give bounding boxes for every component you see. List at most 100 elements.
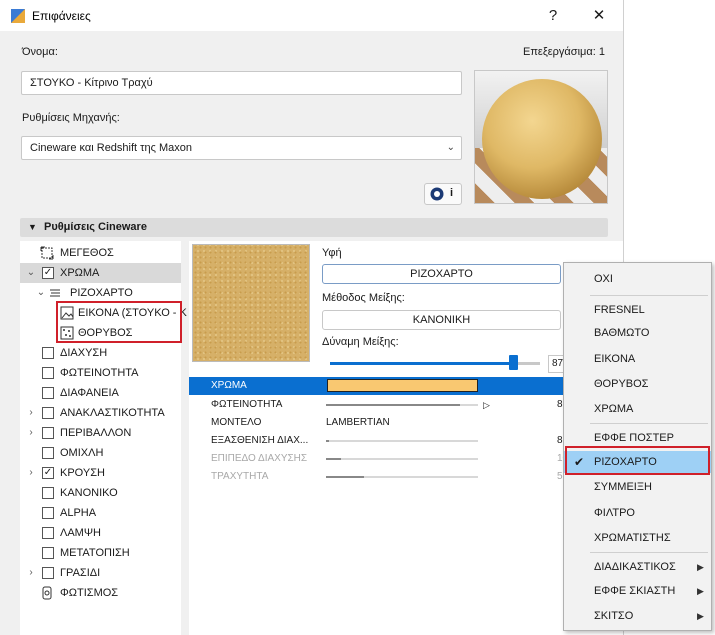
blend-strength-slider[interactable] — [330, 355, 540, 370]
menu-separator — [590, 295, 708, 296]
tree-item-reflectance[interactable]: › ΑΝΑΚΛΑΣΤΙΚΟΤΗΤΑ — [20, 403, 181, 423]
menu-item-none[interactable]: ΟΧΙ — [564, 268, 711, 290]
material-preview — [474, 70, 608, 204]
engine-settings-label: Ρυθμίσεις Μηχανής: — [22, 112, 120, 124]
blend-mode-button[interactable]: ΚΑΝΟΝΙΚΗ — [322, 310, 561, 330]
menu-item-colorizer[interactable]: ΧΡΩΜΑΤΙΣΤΗΣ — [564, 527, 711, 549]
environment-checkbox[interactable] — [42, 427, 54, 439]
property-name: ΕΞΑΣΘΕΝΙΣΗ ΔΙΑΧ... — [211, 435, 309, 446]
collapse-chevron-icon[interactable]: ⌄ — [26, 263, 36, 283]
tree-label: ΔΙΑΧΥΣΗ — [60, 347, 108, 359]
menu-item-fresnel[interactable]: FRESNEL — [564, 299, 711, 321]
surface-name-field[interactable]: ΣΤΟΥΚΟ - Κίτρινο Τραχύ — [21, 71, 462, 95]
menu-item-mix[interactable]: ΣΥΜΜΕΙΞΗ — [564, 476, 711, 498]
surfaces-dialog: Επιφάνειες ? ✕ Όνομα: Επεξεργάσιμα: 1 ΣΤ… — [0, 0, 624, 635]
expand-chevron-icon[interactable]: › — [26, 563, 36, 583]
transparency-checkbox[interactable] — [42, 387, 54, 399]
roughness-bar — [326, 476, 478, 478]
grass-checkbox[interactable] — [42, 567, 54, 579]
illumination-icon — [42, 586, 52, 600]
tree-label: ΡΙΖΟΧΑΡΤΟ — [70, 287, 133, 299]
tree-item-bump[interactable]: › ✓ ΚΡΟΥΣΗ — [20, 463, 181, 483]
menu-item-label: ΣΥΜΜΕΙΞΗ — [594, 481, 652, 493]
tree-item-normal[interactable]: ΚΑΝΟΝΙΚΟ — [20, 483, 181, 503]
tree-item-fog[interactable]: ΟΜΙΧΛΗ — [20, 443, 181, 463]
expand-chevron-icon[interactable]: › — [26, 423, 36, 443]
tree-label: ΛΑΜΨΗ — [60, 527, 101, 539]
menu-item-sketch[interactable]: ΣΚΙΤΣΟ ▶ — [564, 605, 711, 627]
property-name: ΤΡΑΧΥΤΗΤΑ — [211, 471, 269, 482]
help-button[interactable]: ? — [540, 5, 566, 27]
fog-checkbox[interactable] — [42, 447, 54, 459]
property-row-color[interactable]: ΧΡΩΜΑ — [189, 377, 564, 395]
engine-select-value: Cineware και Redshift της Maxon — [30, 142, 192, 154]
property-value: 5 — [557, 471, 563, 482]
tree-label: ΚΑΝΟΝΙΚΟ — [60, 487, 118, 499]
tree-item-glow[interactable]: ΛΑΜΨΗ — [20, 523, 181, 543]
bar-fill — [326, 404, 460, 406]
menu-item-gradient[interactable]: ΒΑΘΜΩΤΟ — [564, 322, 711, 344]
tree-item-displacement[interactable]: ΜΕΤΑΤΟΠΙΣΗ — [20, 543, 181, 563]
tree-item-luminance[interactable]: ΦΩΤΕΙΝΟΤΗΤΑ — [20, 363, 181, 383]
chevron-down-icon: ⌄ — [446, 142, 455, 153]
collapse-chevron-icon[interactable]: ⌄ — [36, 283, 46, 303]
tree-item-diffusion[interactable]: ΔΙΑΧΥΣΗ — [20, 343, 181, 363]
size-icon — [40, 246, 54, 260]
glow-checkbox[interactable] — [42, 527, 54, 539]
color-swatch[interactable] — [327, 379, 478, 392]
menu-item-label: ΕΦΦΕ ΣΚΙΑΣΤΗ — [594, 585, 676, 597]
menu-item-filter[interactable]: ΦΙΛΤΡΟ — [564, 502, 711, 524]
property-row-model[interactable]: ΜΟΝΤΕΛΟ LAMBERTIAN — [189, 414, 564, 432]
close-button[interactable]: ✕ — [586, 5, 612, 27]
texture-button[interactable]: ΡΙΖΟΧΑΡΤΟ — [322, 264, 561, 284]
tree-item-illumination[interactable]: ΦΩΤΙΣΜΟΣ — [20, 583, 181, 603]
menu-item-color[interactable]: ΧΡΩΜΑ — [564, 398, 711, 420]
annotation-highlight-box — [56, 301, 182, 343]
blend-mode-label: Μέθοδος Μείξης: — [322, 292, 405, 304]
reflectance-checkbox[interactable] — [42, 407, 54, 419]
engine-select[interactable]: Cineware και Redshift της Maxon ⌄ — [21, 136, 462, 160]
brightness-bar[interactable] — [326, 404, 478, 406]
tree-label: ΜΕΤΑΤΟΠΙΣΗ — [60, 547, 130, 559]
normal-checkbox[interactable] — [42, 487, 54, 499]
property-row-diffuse-level: ΕΠΙΠΕΔΟ ΔΙΑΧΥΣΗΣ 10 — [189, 450, 568, 468]
tree-item-environment[interactable]: › ΠΕΡΙΒΑΛΛΟΝ — [20, 423, 181, 443]
color-checkbox[interactable]: ✓ — [42, 267, 54, 279]
menu-item-label: FRESNEL — [594, 304, 645, 316]
cineware-info-button[interactable]: i — [424, 183, 462, 205]
property-row-roughness: ΤΡΑΧΥΤΗΤΑ 5 — [189, 468, 564, 486]
preview-sphere — [482, 79, 602, 199]
expand-chevron-icon[interactable]: › — [26, 463, 36, 483]
property-row-brightness[interactable]: ΦΩΤΕΙΝΟΤΗΤΑ ▷ 8 — [189, 396, 564, 414]
falloff-bar[interactable] — [326, 440, 478, 442]
menu-separator — [590, 552, 708, 553]
menu-item-procedural[interactable]: ΔΙΑΔΙΚΑΣΤΙΚΟΣ ▶ — [564, 556, 711, 578]
bump-checkbox[interactable]: ✓ — [42, 467, 54, 479]
tree-item-alpha[interactable]: ALPHA — [20, 503, 181, 523]
menu-item-noise[interactable]: ΘΟΡΥΒΟΣ — [564, 373, 711, 395]
cineware-settings-header[interactable]: ▼ Ρυθμίσεις Cineware — [20, 218, 608, 237]
submenu-arrow-icon: ▶ — [697, 586, 704, 596]
property-row-diffuse-falloff[interactable]: ΕΞΑΣΘΕΝΙΣΗ ΔΙΑΧ... 8 — [189, 432, 564, 450]
menu-item-shader-effects[interactable]: ΕΦΦΕ ΣΚΙΑΣΤΗ ▶ — [564, 580, 711, 602]
menu-item-label: ΒΑΘΜΩΤΟ — [594, 327, 650, 339]
slider-handle[interactable] — [508, 355, 518, 370]
tree-item-color[interactable]: ⌄ ✓ ΧΡΩΜΑ — [20, 263, 181, 283]
texture-thumbnail — [192, 244, 310, 362]
model-value[interactable]: LAMBERTIAN — [326, 414, 390, 432]
tree-item-wrinkle[interactable]: ⌄ ΡΙΖΟΧΑΡΤΟ — [20, 283, 181, 303]
alpha-checkbox[interactable] — [42, 507, 54, 519]
tree-item-transparency[interactable]: ΔΙΑΦΑΝΕΙΑ — [20, 383, 181, 403]
tree-item-grass[interactable]: › ΓΡΑΣΙΔΙ — [20, 563, 181, 583]
tree-label: ΔΙΑΦΑΝΕΙΑ — [60, 387, 119, 399]
expand-chevron-icon[interactable]: › — [26, 403, 36, 423]
chevron-right-icon[interactable]: ▷ — [483, 396, 490, 414]
tree-item-size[interactable]: ΜΕΓΕΘΟΣ — [20, 243, 181, 263]
luminance-checkbox[interactable] — [42, 367, 54, 379]
displacement-checkbox[interactable] — [42, 547, 54, 559]
property-name: ΦΩΤΕΙΝΟΤΗΤΑ — [211, 399, 283, 410]
diffusion-checkbox[interactable] — [42, 347, 54, 359]
menu-item-image[interactable]: ΕΙΚΟΝΑ — [564, 348, 711, 370]
property-name: ΧΡΩΜΑ — [211, 380, 247, 391]
menu-item-label: ΔΙΑΔΙΚΑΣΤΙΚΟΣ — [594, 561, 676, 573]
